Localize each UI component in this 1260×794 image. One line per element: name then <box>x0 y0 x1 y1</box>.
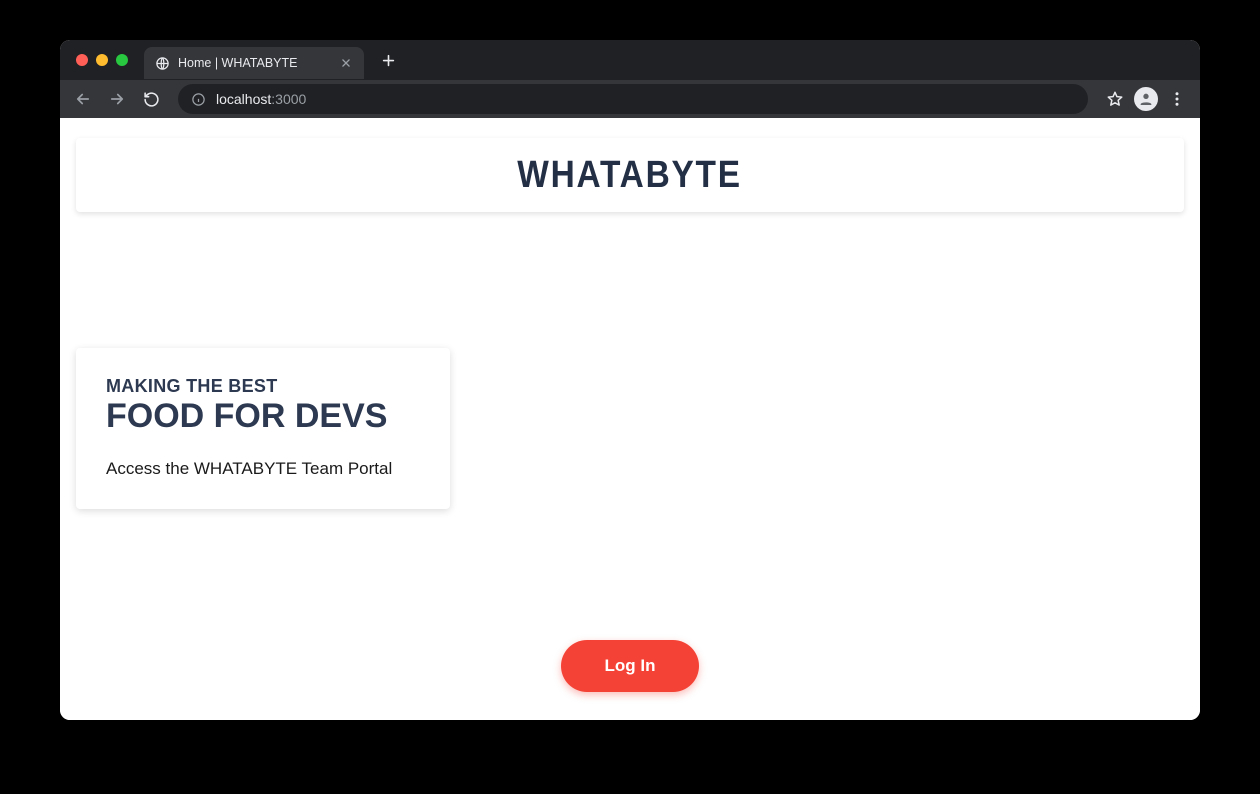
login-button[interactable]: Log In <box>561 640 700 692</box>
tab-strip: Home | WHATABYTE <box>60 40 1200 80</box>
hero-overline: MAKING THE BEST <box>106 376 420 397</box>
window-fullscreen-button[interactable] <box>116 54 128 66</box>
tab-close-button[interactable] <box>338 55 354 71</box>
brand-logo-text: WHATABYTE <box>518 154 743 197</box>
url-port: :3000 <box>271 91 306 107</box>
hero-title: FOOD FOR DEVS <box>106 399 420 435</box>
site-info-icon[interactable] <box>190 91 206 107</box>
window-controls <box>70 54 136 66</box>
globe-icon <box>154 55 170 71</box>
window-close-button[interactable] <box>76 54 88 66</box>
window-minimize-button[interactable] <box>96 54 108 66</box>
back-button[interactable] <box>68 84 98 114</box>
reload-button[interactable] <box>136 84 166 114</box>
address-bar[interactable]: localhost:3000 <box>178 84 1088 114</box>
url-text: localhost:3000 <box>216 91 306 107</box>
browser-toolbar: localhost:3000 <box>60 80 1200 118</box>
browser-tab[interactable]: Home | WHATABYTE <box>144 47 364 79</box>
page-viewport: WHATABYTE MAKING THE BEST FOOD FOR DEVS … <box>60 118 1200 720</box>
hero-description: Access the WHATABYTE Team Portal <box>106 459 420 479</box>
brand-header: WHATABYTE <box>76 138 1184 212</box>
url-host: localhost <box>216 91 271 107</box>
profile-avatar[interactable] <box>1134 87 1158 111</box>
browser-menu-button[interactable] <box>1162 84 1192 114</box>
tab-title: Home | WHATABYTE <box>178 56 297 70</box>
new-tab-button[interactable] <box>374 46 402 74</box>
hero-card: MAKING THE BEST FOOD FOR DEVS Access the… <box>76 348 450 509</box>
forward-button[interactable] <box>102 84 132 114</box>
browser-window: Home | WHATABYTE <box>60 40 1200 720</box>
bookmark-button[interactable] <box>1100 84 1130 114</box>
login-area: Log In <box>60 640 1200 692</box>
